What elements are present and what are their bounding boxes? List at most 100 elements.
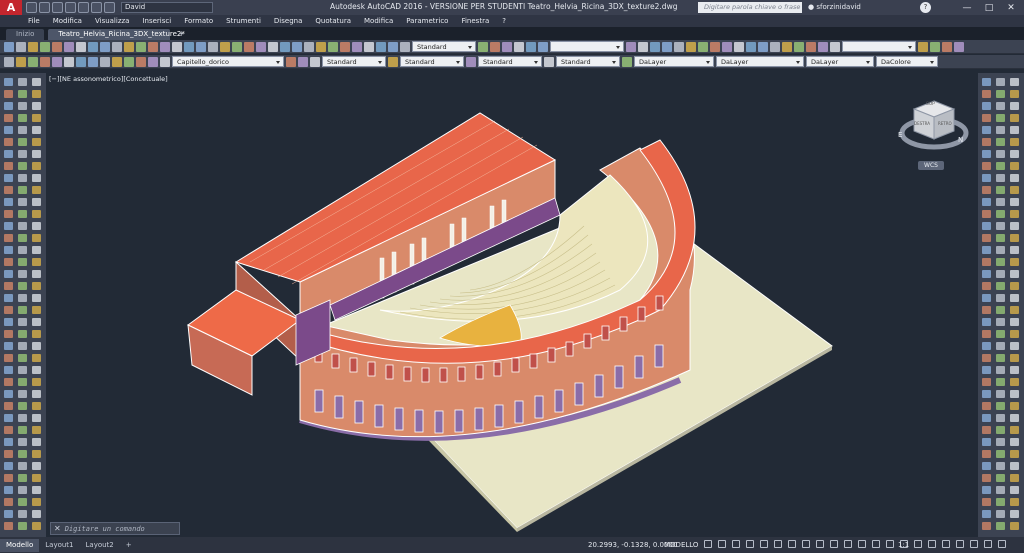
side-tool-icon[interactable] [996,354,1005,362]
side-tool-icon[interactable] [32,234,41,242]
side-tool-icon[interactable] [32,330,41,338]
side-tool-icon[interactable] [18,198,27,206]
side-tool-icon[interactable] [4,450,13,458]
autocad-logo-button[interactable]: A [0,0,22,15]
side-tool-icon[interactable] [4,126,13,134]
status-toggle-icon[interactable] [928,540,936,548]
side-tool-icon[interactable] [982,186,991,194]
side-tool-icon[interactable] [1010,474,1019,482]
side-tool-icon[interactable] [18,210,27,218]
side-tool-icon[interactable] [996,294,1005,302]
toolbar-tool-icon[interactable] [304,41,314,52]
side-tool-icon[interactable] [32,126,41,134]
drawing-viewport[interactable]: [−][NE assonometrico][Concettuale] SUP D… [46,73,978,537]
side-tool-icon[interactable] [996,246,1005,254]
side-tool-icon[interactable] [982,510,991,518]
toolbar-tool-icon[interactable] [502,41,512,52]
side-tool-icon[interactable] [4,342,13,350]
toolbar-tool-icon[interactable] [376,41,386,52]
side-tool-icon[interactable] [996,342,1005,350]
side-tool-icon[interactable] [1010,162,1019,170]
menu-item[interactable]: Finestra [461,17,489,25]
side-tool-icon[interactable] [18,378,27,386]
side-tool-icon[interactable] [982,354,991,362]
side-tool-icon[interactable] [32,522,41,530]
side-tool-icon[interactable] [1010,222,1019,230]
toolbar-tool-icon[interactable] [466,56,476,67]
side-tool-icon[interactable] [4,222,13,230]
status-toggle-icon[interactable] [760,540,768,548]
side-tool-icon[interactable] [1010,294,1019,302]
toolbar-tool-icon[interactable] [340,41,350,52]
side-tool-icon[interactable] [4,402,13,410]
toolbar-tool-icon[interactable] [782,41,792,52]
side-tool-icon[interactable] [996,138,1005,146]
side-tool-icon[interactable] [4,426,13,434]
toolbar-tool-icon[interactable] [806,41,816,52]
toolbar-tool-icon[interactable] [918,41,928,52]
side-tool-icon[interactable] [982,162,991,170]
side-tool-icon[interactable] [996,258,1005,266]
toolbar-tool-icon[interactable] [172,41,182,52]
side-tool-icon[interactable] [982,330,991,338]
toolbar-tool-icon[interactable] [280,41,290,52]
side-tool-icon[interactable] [1010,126,1019,134]
side-tool-icon[interactable] [4,78,13,86]
side-tool-icon[interactable] [1010,234,1019,242]
toolbar-tool-icon[interactable] [638,41,648,52]
status-toggle-icon[interactable] [970,540,978,548]
menu-item[interactable]: Strumenti [226,17,261,25]
toolbar-tool-icon[interactable] [136,56,146,67]
side-tool-icon[interactable] [1010,90,1019,98]
toolbar-tool-icon[interactable] [544,56,554,67]
side-tool-icon[interactable] [4,198,13,206]
layout-tab-layout2[interactable]: Layout2 [80,539,120,552]
side-tool-icon[interactable] [32,450,41,458]
color-dropdown[interactable]: DaLayer [634,56,714,67]
side-tool-icon[interactable] [1010,354,1019,362]
side-tool-icon[interactable] [1010,282,1019,290]
side-tool-icon[interactable] [996,78,1005,86]
side-tool-icon[interactable] [1010,102,1019,110]
side-tool-icon[interactable] [18,498,27,506]
side-tool-icon[interactable] [996,450,1005,458]
toolbar-tool-icon[interactable] [526,41,536,52]
side-tool-icon[interactable] [4,318,13,326]
side-tool-icon[interactable] [32,318,41,326]
side-tool-icon[interactable] [18,114,27,122]
side-tool-icon[interactable] [1010,486,1019,494]
toolbar-tool-icon[interactable] [292,41,302,52]
side-tool-icon[interactable] [32,462,41,470]
side-tool-icon[interactable] [1010,462,1019,470]
side-tool-icon[interactable] [996,150,1005,158]
side-tool-icon[interactable] [4,234,13,242]
side-tool-icon[interactable] [18,138,27,146]
side-tool-icon[interactable] [4,294,13,302]
new-file-icon[interactable] [26,2,37,13]
side-tool-icon[interactable] [32,186,41,194]
side-tool-icon[interactable] [18,126,27,134]
side-tool-icon[interactable] [18,390,27,398]
side-tool-icon[interactable] [996,282,1005,290]
status-toggle-icon[interactable] [984,540,992,548]
side-tool-icon[interactable] [4,462,13,470]
side-tool-icon[interactable] [4,210,13,218]
side-tool-icon[interactable] [982,126,991,134]
side-tool-icon[interactable] [32,474,41,482]
side-tool-icon[interactable] [32,78,41,86]
side-tool-icon[interactable] [982,462,991,470]
side-tool-icon[interactable] [4,390,13,398]
side-tool-icon[interactable] [1010,330,1019,338]
side-tool-icon[interactable] [996,522,1005,530]
side-tool-icon[interactable] [996,174,1005,182]
side-tool-icon[interactable] [4,282,13,290]
side-tool-icon[interactable] [18,222,27,230]
status-toggle-icon[interactable] [732,540,740,548]
toolbar-tool-icon[interactable] [112,41,122,52]
side-tool-icon[interactable] [4,186,13,194]
toolbar-tool-icon[interactable] [112,56,122,67]
side-tool-icon[interactable] [982,222,991,230]
side-tool-icon[interactable] [1010,210,1019,218]
toolbar-tool-icon[interactable] [124,41,134,52]
side-tool-icon[interactable] [996,462,1005,470]
